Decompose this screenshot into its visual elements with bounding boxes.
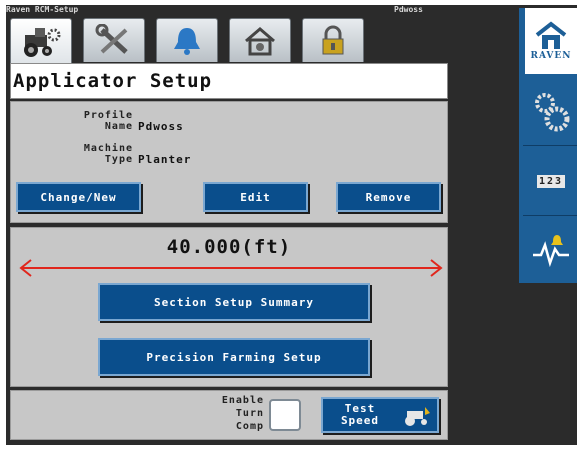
tab-tools[interactable]: [83, 18, 145, 62]
home-icon: [535, 21, 567, 49]
test-speed-button[interactable]: Test Speed: [321, 397, 439, 433]
diagnostics-icon: [533, 234, 569, 267]
house-gear-icon: [245, 26, 275, 55]
lock-icon: [322, 25, 344, 54]
turn-comp-checkbox[interactable]: [269, 399, 301, 431]
profile-indicator: Pdwoss: [394, 5, 423, 14]
test-speed-line2: Speed: [340, 414, 380, 427]
tab-machine-setup[interactable]: [10, 18, 72, 64]
counter-icon: 123: [536, 175, 566, 188]
tab-alarms[interactable]: [156, 18, 218, 62]
remove-button[interactable]: Remove: [336, 182, 441, 212]
turn-comp-panel: Enable Turn Comp Test Speed: [10, 390, 448, 440]
gears-icon: [535, 92, 570, 131]
width-arrow-icon: [19, 259, 443, 277]
machine-type-label: Machine Type: [11, 143, 133, 165]
section-setup-summary-button[interactable]: Section Setup Summary: [98, 283, 370, 321]
machine-type-value: Planter: [138, 153, 192, 166]
edit-button[interactable]: Edit: [203, 182, 308, 212]
profile-panel: Profile Name Pdwoss Machine Type Planter…: [10, 101, 448, 223]
sidebar: RAVEN 123: [519, 8, 577, 283]
machine-label-line2: Type: [104, 154, 133, 165]
turn-comp-label-line1: Enable: [221, 395, 264, 406]
gears-button[interactable]: [523, 76, 577, 146]
page-title: Applicator Setup: [10, 63, 448, 99]
profile-name-value: Pdwoss: [138, 120, 184, 133]
change-new-button[interactable]: Change/New: [16, 182, 141, 212]
tab-security[interactable]: [302, 18, 364, 62]
turn-comp-label-line3: Comp: [235, 421, 264, 432]
machine-label-line1: Machine: [83, 143, 133, 154]
test-speed-label: Test Speed: [329, 403, 391, 427]
bell-icon: [174, 27, 200, 55]
tractor-gear-icon: [24, 27, 61, 57]
implement-panel: 40.000(ft) Section Setup Summary Precisi…: [10, 227, 448, 387]
turn-comp-label: Enable Turn Comp: [161, 394, 264, 433]
profile-label-line2: Name: [104, 121, 133, 132]
counter-button[interactable]: 123: [523, 148, 577, 216]
tractor-speed-icon: [405, 407, 430, 426]
app-title: Raven RCM-Setup: [6, 5, 79, 14]
precision-farming-setup-button[interactable]: Precision Farming Setup: [98, 338, 370, 376]
wrench-screwdriver-icon: [95, 23, 128, 54]
raven-logo-text: RAVEN: [530, 51, 572, 61]
profile-label-line1: Profile: [83, 110, 133, 121]
tab-system[interactable]: [229, 18, 291, 62]
implement-width-value: 40.000(ft): [166, 236, 292, 258]
home-button[interactable]: RAVEN: [525, 8, 577, 74]
diagnostics-button[interactable]: [523, 218, 577, 283]
turn-comp-label-line2: Turn: [235, 408, 264, 419]
profile-name-label: Profile Name: [11, 110, 133, 132]
title-bar: Raven RCM-Setup Pdwoss: [6, 4, 446, 16]
